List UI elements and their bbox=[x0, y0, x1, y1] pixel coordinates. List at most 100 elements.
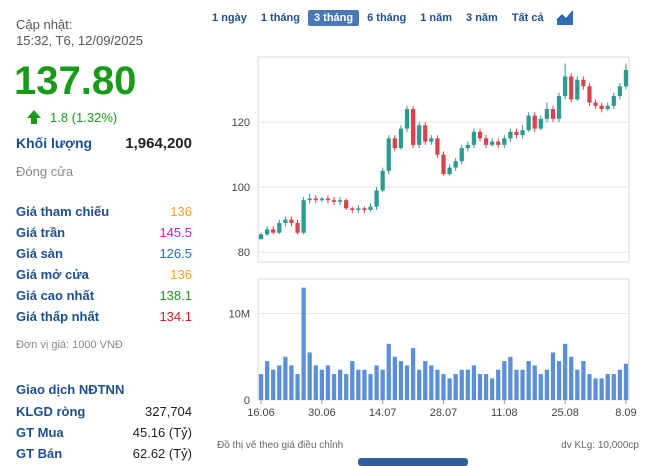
candle-body bbox=[417, 125, 422, 145]
volume-bar bbox=[410, 348, 416, 400]
volume-bar bbox=[337, 369, 343, 400]
candle-body bbox=[611, 96, 616, 106]
volume-bar bbox=[617, 369, 623, 400]
volume-bar bbox=[496, 369, 501, 400]
candle-body bbox=[301, 200, 306, 233]
candle-body bbox=[453, 161, 458, 168]
candle-body bbox=[538, 118, 543, 129]
candle-body bbox=[526, 115, 531, 131]
candle-body bbox=[471, 131, 477, 145]
volume-bar bbox=[581, 361, 586, 400]
volume-bar bbox=[319, 369, 324, 400]
volume-bar bbox=[471, 365, 477, 400]
candle-body bbox=[423, 125, 428, 142]
bottom-button[interactable] bbox=[358, 458, 468, 466]
volume-bar bbox=[398, 361, 404, 400]
candle-body bbox=[295, 222, 300, 233]
volume-bar bbox=[599, 378, 604, 400]
candle-body bbox=[398, 128, 404, 149]
volume-bar bbox=[423, 361, 428, 400]
volume-bar bbox=[362, 369, 367, 400]
volume-bar bbox=[569, 356, 574, 400]
candle-body bbox=[271, 229, 276, 233]
price-tick-label: 80 bbox=[238, 247, 250, 259]
candle-body bbox=[325, 198, 331, 201]
candle-body bbox=[435, 138, 440, 155]
volume-bar bbox=[380, 369, 385, 400]
candle-body bbox=[283, 219, 288, 223]
candle-body bbox=[465, 144, 470, 149]
volume-bar bbox=[544, 369, 550, 400]
volume-bar bbox=[325, 365, 331, 400]
volume-tick-label: 10M bbox=[229, 309, 250, 321]
volume-bar bbox=[295, 374, 300, 400]
candle-body bbox=[587, 86, 592, 103]
volume-bar bbox=[283, 356, 288, 400]
volume-bar bbox=[264, 361, 270, 400]
chart-footnote: Đồ thị vẽ theo giá điều chỉnh bbox=[217, 440, 344, 451]
candle-body bbox=[593, 102, 598, 106]
volume-bar bbox=[392, 356, 397, 400]
x-tick-label: 25.08 bbox=[551, 407, 579, 419]
candle-body bbox=[392, 138, 397, 149]
volume-bar bbox=[301, 287, 306, 400]
volume-bar bbox=[550, 352, 556, 400]
volume-bar bbox=[368, 374, 373, 400]
candle-body bbox=[277, 222, 282, 233]
candle-body bbox=[605, 105, 610, 110]
candle-body bbox=[544, 109, 550, 119]
candle-body bbox=[429, 138, 434, 142]
volume-bar bbox=[556, 361, 562, 400]
volume-bar bbox=[611, 374, 616, 400]
volume-bar bbox=[404, 365, 410, 400]
volume-bar bbox=[447, 378, 452, 400]
volume-bar bbox=[520, 369, 525, 400]
volume-bar bbox=[313, 365, 318, 400]
candle-body bbox=[386, 138, 391, 171]
price-volume-chart: 80 100 120 0 10M 16.06 30.06 14.07 28.07 11.08 25.… bbox=[229, 56, 637, 419]
candle-body bbox=[344, 200, 349, 209]
volume-bar bbox=[271, 369, 276, 400]
x-tick-label: 28.07 bbox=[430, 407, 458, 419]
candle-body bbox=[368, 206, 373, 210]
candle-body bbox=[356, 208, 361, 210]
volume-bar bbox=[356, 369, 361, 400]
candle-body bbox=[258, 234, 264, 240]
volume-bar bbox=[605, 374, 610, 400]
candle-body bbox=[599, 105, 604, 110]
candle-body bbox=[441, 154, 446, 175]
candle-body bbox=[581, 79, 586, 87]
candle-body bbox=[410, 109, 416, 145]
candle-body bbox=[569, 76, 574, 100]
candle-body bbox=[477, 131, 483, 139]
volume-tick-label: 0 bbox=[244, 395, 250, 407]
candle-body bbox=[483, 138, 489, 145]
candle-body bbox=[374, 190, 379, 207]
volume-bar bbox=[563, 343, 568, 400]
x-tick-label: 30.06 bbox=[308, 407, 336, 419]
candle-body bbox=[362, 208, 367, 210]
volume-bar bbox=[453, 374, 458, 400]
volume-bar bbox=[575, 369, 580, 400]
volume-bar bbox=[441, 374, 446, 400]
volume-bar bbox=[514, 369, 519, 400]
x-tick-label: 8.09 bbox=[615, 407, 636, 419]
volume-bar bbox=[465, 369, 470, 400]
volume-bar bbox=[532, 365, 537, 400]
volume-bar bbox=[435, 369, 440, 400]
volume-bar bbox=[508, 356, 513, 400]
candle-body bbox=[447, 167, 452, 175]
candle-body bbox=[563, 76, 568, 97]
volume-bar bbox=[587, 374, 592, 400]
candle-body bbox=[331, 200, 337, 202]
candle-body bbox=[307, 198, 312, 201]
volume-bar bbox=[307, 352, 312, 400]
candle-body bbox=[404, 109, 410, 129]
volume-bar bbox=[289, 365, 294, 400]
candle-body bbox=[520, 130, 525, 136]
volume-bar bbox=[374, 365, 379, 400]
candle-body bbox=[337, 200, 343, 202]
volume-unit-note: dv KLg: 10,000cp bbox=[561, 440, 639, 451]
x-tick-label: 11.08 bbox=[491, 407, 518, 419]
volume-bar bbox=[386, 343, 391, 400]
